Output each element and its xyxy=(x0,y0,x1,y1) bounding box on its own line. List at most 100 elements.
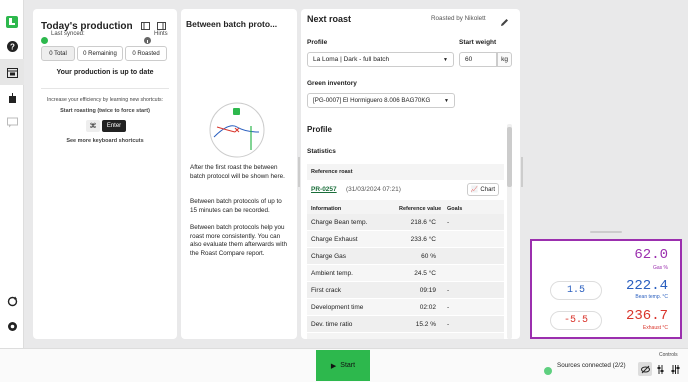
last-synced: Last synced: xyxy=(51,31,85,37)
exhaust-delta: -5.5 xyxy=(550,311,602,330)
logo-icon[interactable] xyxy=(4,14,20,30)
profile-label: Profile xyxy=(307,39,328,46)
batch-text-1: After the first roast the between batch … xyxy=(190,164,285,180)
bean-temp-label: Bean temp. °C xyxy=(635,294,668,300)
row-reference-value: 09:19 xyxy=(419,286,436,294)
row-label: Charge Gas xyxy=(311,252,347,260)
batch-illustration-icon xyxy=(209,102,265,163)
live-readings-panel: 62.0 Gas % 1.5 222.4 Bean temp. °C -5.5 … xyxy=(530,239,682,339)
row-goal: - xyxy=(447,303,450,311)
row-label: Charge Bean temp. xyxy=(311,218,368,226)
row-label: First crack xyxy=(311,286,341,294)
efficiency-text: Increase your efficiency by learning new… xyxy=(46,97,164,103)
chart-icon: 📈 xyxy=(470,187,479,193)
batch-text-3: Between batch protocols help you roast m… xyxy=(190,224,287,257)
next-roast-panel: Next roast Roasted by Nikolett Profile L… xyxy=(301,9,520,339)
green-inventory-label: Green inventory xyxy=(307,80,357,87)
start-weight-label: Start weight xyxy=(459,39,497,46)
start-button[interactable]: ▶ Start xyxy=(316,350,370,381)
production-status: Your production is up to date xyxy=(56,69,154,76)
resize-handle[interactable] xyxy=(590,231,622,233)
reference-date: (31/03/2024 07:21) xyxy=(346,186,401,193)
multi-sliders-icon[interactable] xyxy=(668,362,682,376)
bean-temp-value: 222.4 xyxy=(625,278,668,294)
start-label: Start xyxy=(340,362,356,369)
reference-roast-link[interactable]: PR-0257 xyxy=(311,186,337,193)
table-row: Charge Gas 60 % xyxy=(307,248,504,265)
bean-delta: 1.5 xyxy=(550,281,602,300)
row-reference-value: 233.6 °C xyxy=(410,235,436,243)
app-root: ? Today's production Last synced: Hints … xyxy=(0,0,688,382)
more-shortcuts-link[interactable]: See more keyboard shortcuts xyxy=(33,138,177,144)
hints-label[interactable]: Hints xyxy=(154,31,168,37)
gas-label: Gas % xyxy=(652,265,668,271)
controls-label: Controls xyxy=(659,352,678,358)
weight-unit: kg xyxy=(497,52,512,67)
row-reference-value: 15.2 % xyxy=(415,320,436,328)
edit-pencil-icon[interactable] xyxy=(500,14,509,32)
nav-rail: ? xyxy=(0,0,24,348)
green-inventory-select[interactable]: [PG-0007] El Hormiguero 8.006 BAG70KG ▼ xyxy=(307,93,455,108)
roasted-by: Roasted by Nikolett xyxy=(431,15,486,22)
row-label: Development time xyxy=(311,303,364,311)
table-row: Development time 02:02 - xyxy=(307,299,504,316)
panel-resize-handle[interactable] xyxy=(521,157,523,187)
col-goals: Goals xyxy=(447,206,463,212)
chart-button-label: Chart xyxy=(480,186,496,193)
row-label: Charge Exhaust xyxy=(311,235,358,243)
batch-text-2: Between batch protocols of up to 15 minu… xyxy=(190,198,282,214)
profile-select[interactable]: La Loma | Dark - full batch ▼ xyxy=(307,52,454,67)
roaster-icon[interactable] xyxy=(4,90,20,106)
row-label: Ambient temp. xyxy=(311,269,353,277)
start-weight-input[interactable]: 60 xyxy=(459,52,497,67)
hide-controls-icon[interactable] xyxy=(638,362,652,376)
chevron-down-icon: ▼ xyxy=(443,56,448,63)
statistics-table: Reference roast PR-0257 (31/03/2024 07:2… xyxy=(307,164,504,339)
sync-icon[interactable] xyxy=(4,293,20,309)
divider xyxy=(41,88,169,89)
row-reference-value: 24.5 °C xyxy=(414,269,436,277)
green-inventory-value: [PG-0007] El Hormiguero 8.006 BAG70KG xyxy=(313,97,431,104)
play-icon: ▶ xyxy=(330,362,337,370)
exhaust-value: 236.7 xyxy=(625,308,668,324)
row-label: Dev. time ratio xyxy=(311,320,353,328)
settings-gear-icon[interactable] xyxy=(4,318,20,334)
calendar-icon[interactable] xyxy=(4,64,20,80)
table-row: Charge Exhaust 233.6 °C xyxy=(307,231,504,248)
shortcut-label: Start roasting (twice to force start) xyxy=(60,108,150,114)
table-row: Ambient temp. 24.5 °C xyxy=(307,265,504,282)
table-row: Dev. time ratio 15.2 % - xyxy=(307,316,504,333)
statistics-label: Statistics xyxy=(307,148,336,155)
panel-resize-handle[interactable] xyxy=(298,157,300,187)
scrollbar[interactable] xyxy=(507,124,512,339)
key-enter: Enter xyxy=(102,120,126,132)
tab-roasted[interactable]: 0 Roasted xyxy=(125,46,167,61)
help-icon[interactable]: ? xyxy=(4,38,20,54)
between-batch-panel: Between batch proto... After the first r… xyxy=(181,9,297,339)
row-reference-value: 218.6 °C xyxy=(410,218,436,226)
message-icon[interactable] xyxy=(4,114,20,130)
next-roast-title: Next roast xyxy=(307,14,352,24)
col-information: Information xyxy=(311,206,342,212)
row-goal: - xyxy=(447,286,450,294)
row-reference-value: 60 % xyxy=(421,252,436,260)
row-goal: - xyxy=(447,320,450,328)
chart-button[interactable]: 📈 Chart xyxy=(467,183,499,196)
production-panel: Today's production Last synced: Hints 0 … xyxy=(33,9,177,339)
profile-value: La Loma | Dark - full batch xyxy=(313,56,390,63)
chevron-down-icon: ▼ xyxy=(444,97,449,104)
tab-remaining[interactable]: 0 Remaining xyxy=(77,46,123,61)
table-row: Charge Bean temp. 218.6 °C - xyxy=(307,214,504,231)
profile-section-title: Profile xyxy=(307,125,332,134)
key-cmd: ⌘ xyxy=(86,120,100,132)
sliders-icon[interactable] xyxy=(653,362,667,376)
reference-roast-label: Reference roast xyxy=(311,169,353,175)
table-row: First crack 09:19 - xyxy=(307,282,504,299)
svg-text:?: ? xyxy=(10,42,15,51)
exhaust-label: Exhaust °C xyxy=(642,325,668,331)
scrollbar-thumb[interactable] xyxy=(507,127,512,187)
sources-connected: Sources connected (2/2) xyxy=(557,362,626,369)
tab-total[interactable]: 0 Total xyxy=(41,46,75,61)
row-reference-value: 02:02 xyxy=(419,303,436,311)
connection-status-icon xyxy=(544,362,552,380)
